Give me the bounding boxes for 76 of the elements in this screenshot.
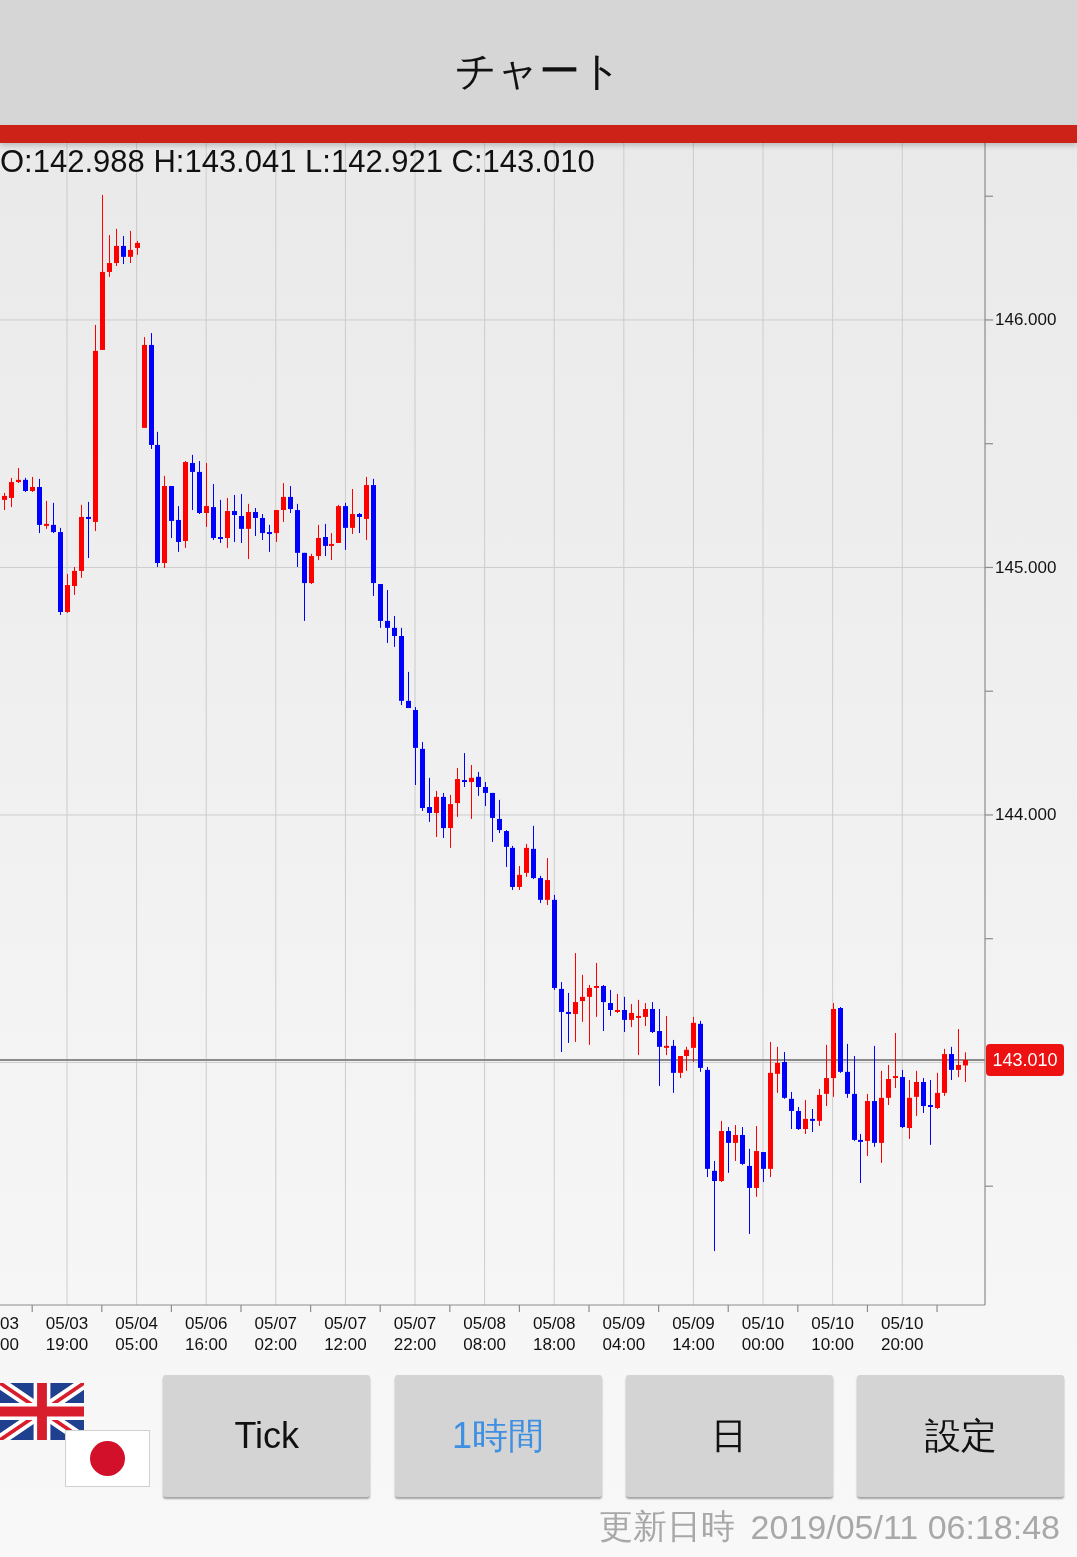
candlestick <box>900 1069 905 1129</box>
candlestick <box>114 228 119 266</box>
candlestick <box>336 504 341 543</box>
settings-button[interactable]: 設定 <box>857 1375 1065 1497</box>
candlestick <box>490 792 495 842</box>
candlestick <box>719 1120 724 1182</box>
current-price-label: 143.010 <box>986 1044 1064 1076</box>
time-axis-label: 05/10 10:00 <box>811 1313 854 1355</box>
candlestick <box>260 514 265 540</box>
time-axis-label: 05/04 05:00 <box>115 1313 158 1355</box>
candlestick <box>517 865 522 890</box>
candlestick <box>538 875 543 904</box>
candlestick <box>406 671 411 709</box>
candlestick <box>135 241 140 255</box>
time-axis-label: 05/03 19:00 <box>45 1313 89 1355</box>
price-axis-label: 146.000 <box>995 310 1057 330</box>
japan-flag-icon <box>65 1430 150 1487</box>
candlestick <box>169 486 174 538</box>
time-axis-label: 05/10 00:00 <box>741 1313 785 1355</box>
candlestick <box>740 1127 745 1165</box>
candlestick <box>601 985 606 1031</box>
price-axis-label: 145.000 <box>995 557 1057 577</box>
time-axis-label: 05/07 22:00 <box>393 1313 437 1355</box>
candlestick <box>51 502 56 534</box>
updated-time: 2019/05/11 06:18:48 <box>750 1507 1060 1547</box>
candlestick <box>650 1002 655 1033</box>
time-axis-label: 03 00 <box>0 1313 19 1355</box>
time-axis-label: 05/08 18:00 <box>532 1313 576 1355</box>
time-axis-label: 05/07 12:00 <box>324 1313 367 1355</box>
candlestick <box>886 1064 891 1105</box>
time-axis-label: 05/09 04:00 <box>602 1313 646 1355</box>
candlestick <box>23 477 28 492</box>
candlestick <box>497 799 502 833</box>
candlestick <box>615 993 620 1013</box>
candlestick <box>357 513 362 534</box>
candlestick <box>636 999 641 1056</box>
candlestick <box>65 573 70 613</box>
candlestick <box>942 1048 947 1096</box>
candlestick <box>295 503 300 567</box>
candlestick <box>796 1107 801 1130</box>
candlestick <box>455 767 460 817</box>
candlestick <box>531 825 536 880</box>
ohlc-readout: O:142.988 H:143.041 L:142.921 C:143.010 <box>0 143 595 181</box>
candlestick <box>288 486 293 513</box>
candlestick <box>16 467 21 484</box>
timeframe-tab[interactable]: Tick <box>163 1375 371 1497</box>
ref-line-label: 143.010 <box>992 1049 1058 1070</box>
candlestick <box>274 510 279 542</box>
candlestick <box>420 741 425 811</box>
time-axis-label: 05/07 02:00 <box>254 1313 298 1355</box>
candlestick <box>2 492 7 511</box>
candlestick <box>782 1052 787 1099</box>
candlestick <box>698 1020 703 1072</box>
candlestick <box>838 1007 843 1073</box>
candlestick <box>197 461 202 514</box>
time-axis-label: 05/09 14:00 <box>672 1313 715 1355</box>
candlestick <box>761 1152 766 1182</box>
uk-flag-icon <box>0 1383 84 1440</box>
timeframe-tab[interactable]: 日 <box>625 1375 833 1497</box>
candlestick <box>44 500 49 529</box>
candlestick <box>935 1072 940 1109</box>
candlestick <box>587 985 592 1045</box>
candlestick <box>211 484 216 540</box>
price-axis-label: 144.000 <box>995 805 1057 825</box>
time-axis-label: 05/10 20:00 <box>880 1313 924 1355</box>
candlestick <box>378 584 383 628</box>
time-axis-label: 05/08 08:00 <box>463 1313 506 1355</box>
candlestick <box>309 553 314 585</box>
updated-label: 更新日時 <box>598 1506 735 1547</box>
time-axis-label: 05/06 16:00 <box>184 1313 228 1355</box>
screen-title: チャート <box>455 47 622 96</box>
candlestick <box>469 764 474 819</box>
candlestick <box>30 476 35 492</box>
candlestick <box>691 1016 696 1062</box>
candlestick <box>72 566 77 595</box>
candlestick <box>302 552 307 621</box>
